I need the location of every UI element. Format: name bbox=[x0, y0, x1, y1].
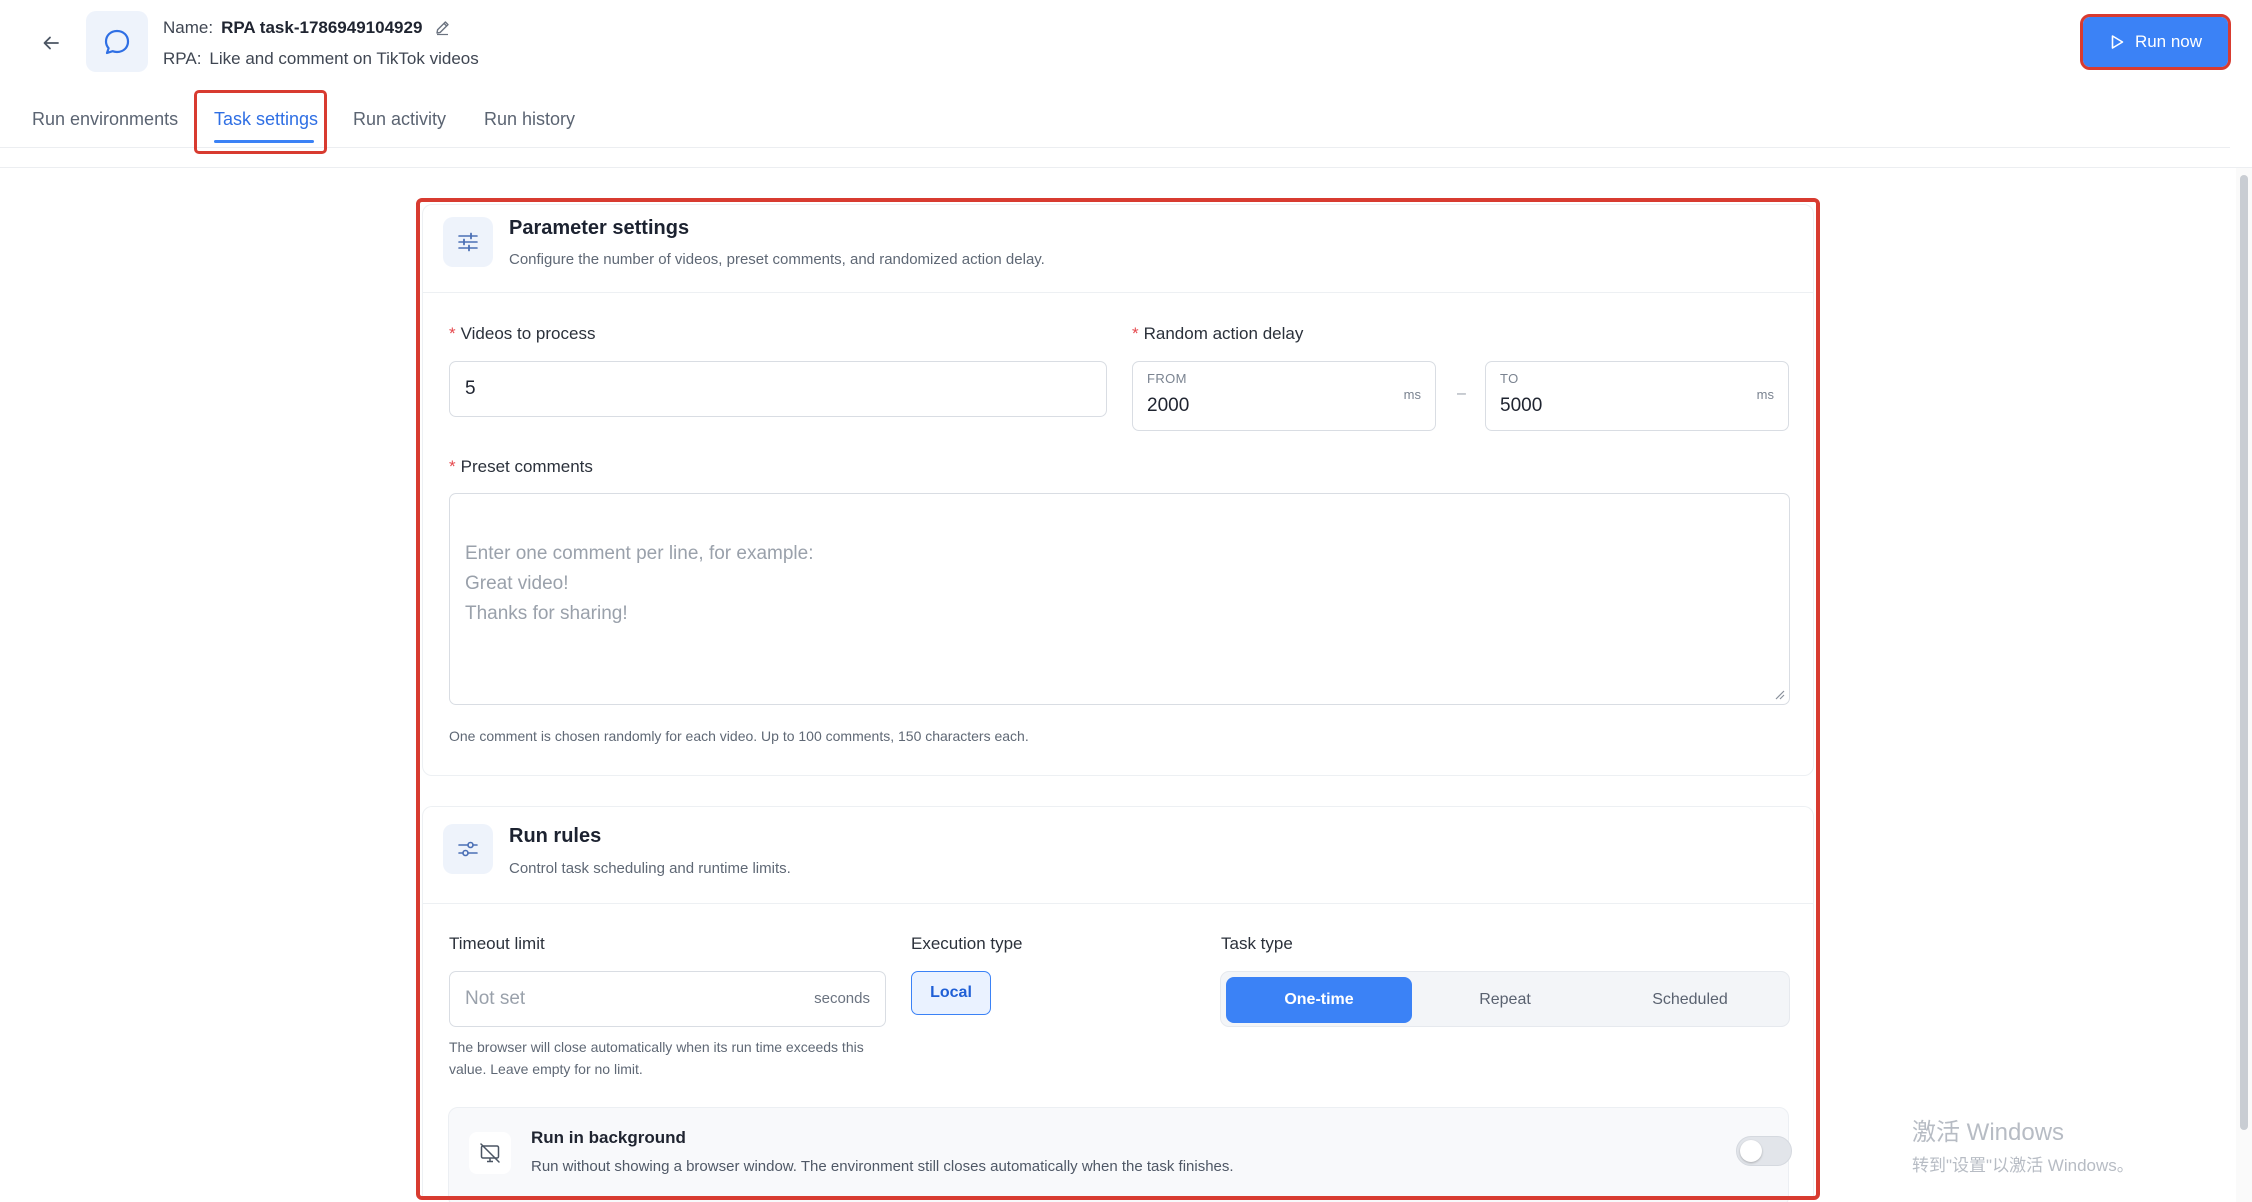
tab-run-activity[interactable]: Run activity bbox=[353, 90, 446, 148]
run-rules-card: Run rules Control task scheduling and ru… bbox=[422, 806, 1814, 1202]
run-now-button[interactable]: Run now bbox=[2080, 14, 2231, 70]
task-name: RPA task-1786949104929 bbox=[221, 18, 423, 37]
run-in-background-description: Run without showing a browser window. Th… bbox=[531, 1158, 1234, 1175]
rules-icon bbox=[443, 824, 493, 874]
name-key: Name: bbox=[163, 18, 214, 37]
timeout-limit-input[interactable]: Not set seconds bbox=[449, 971, 886, 1027]
hidden-window-icon bbox=[469, 1132, 511, 1174]
tab-run-environments[interactable]: Run environments bbox=[32, 90, 178, 148]
execution-type-label: Execution type bbox=[911, 934, 1023, 953]
watermark-line-1: 激活 Windows bbox=[1912, 1119, 2065, 1146]
required-marker: * bbox=[449, 324, 456, 343]
resize-grip-icon[interactable] bbox=[1773, 688, 1785, 700]
parameter-settings-header: Parameter settings Configure the number … bbox=[423, 205, 1813, 293]
sliders-icon bbox=[443, 217, 493, 267]
arrow-left-icon bbox=[43, 36, 59, 50]
task-type-one-time[interactable]: One-time bbox=[1226, 977, 1412, 1023]
parameter-settings-card: Parameter settings Configure the number … bbox=[422, 204, 1814, 776]
rpa-key: RPA: bbox=[163, 49, 202, 68]
required-marker: * bbox=[449, 457, 456, 476]
timeout-limit-help: The browser will close automatically whe… bbox=[449, 1039, 864, 1077]
delay-range-separator: – bbox=[1457, 385, 1466, 402]
play-icon bbox=[2111, 35, 2124, 49]
tab-run-history[interactable]: Run history bbox=[484, 90, 575, 148]
delay-to-input[interactable]: TO 5000 ms bbox=[1485, 361, 1789, 431]
chat-bubble-icon bbox=[104, 29, 130, 54]
pencil-icon bbox=[436, 21, 450, 36]
page-scrollbar-thumb[interactable] bbox=[2240, 175, 2248, 1130]
task-app-icon bbox=[86, 11, 148, 72]
run-rules-header: Run rules Control task scheduling and ru… bbox=[423, 807, 1813, 904]
execution-type-local-button[interactable]: Local bbox=[911, 971, 991, 1015]
windows-activation-watermark: 激活 Windows 转到"设置"以激活 Windows。 bbox=[1912, 1112, 2134, 1176]
run-rules-title: Run rules bbox=[509, 825, 602, 847]
rpa-name: Like and comment on TikTok videos bbox=[209, 49, 479, 68]
parameter-settings-subtitle: Configure the number of videos, preset c… bbox=[509, 251, 1045, 268]
preset-comments-label: * Preset comments bbox=[449, 457, 593, 476]
parameter-settings-title: Parameter settings bbox=[509, 217, 690, 239]
delay-from-input[interactable]: FROM 2000 ms bbox=[1132, 361, 1436, 431]
task-type-segmented-control: One-time Repeat Scheduled bbox=[1220, 971, 1790, 1027]
watermark-line-2: 转到"设置"以激活 Windows。 bbox=[1912, 1156, 2134, 1175]
random-action-delay-label: * Random action delay bbox=[1132, 324, 1304, 343]
task-tabs: Run environments Task settings Run activ… bbox=[0, 90, 2230, 148]
timeout-limit-label: Timeout limit bbox=[449, 934, 545, 953]
preset-comments-textarea[interactable]: Enter one comment per line, for example:… bbox=[449, 493, 1790, 705]
run-in-background-title: Run in background bbox=[531, 1128, 686, 1147]
run-now-label: Run now bbox=[2134, 32, 2203, 51]
edit-name-button[interactable] bbox=[434, 19, 452, 37]
run-rules-subtitle: Control task scheduling and runtime limi… bbox=[509, 860, 791, 877]
toggle-knob bbox=[1740, 1140, 1762, 1162]
task-type-label: Task type bbox=[1221, 934, 1293, 953]
back-button[interactable] bbox=[34, 26, 68, 60]
required-marker: * bbox=[1132, 324, 1139, 343]
active-tab-indicator bbox=[214, 140, 314, 143]
run-in-background-toggle[interactable] bbox=[1736, 1136, 1792, 1166]
task-type-scheduled[interactable]: Scheduled bbox=[1597, 977, 1783, 1023]
task-type-repeat[interactable]: Repeat bbox=[1412, 977, 1598, 1023]
videos-to-process-input[interactable]: 5 bbox=[449, 361, 1107, 417]
task-meta: Name: RPA task-1786949104929 RPA: Like a… bbox=[163, 14, 479, 73]
run-in-background-row: Run in background Run without showing a … bbox=[448, 1107, 1792, 1202]
preset-comments-help: One comment is chosen randomly for each … bbox=[449, 728, 1029, 744]
videos-to-process-label: * Videos to process bbox=[449, 324, 596, 343]
